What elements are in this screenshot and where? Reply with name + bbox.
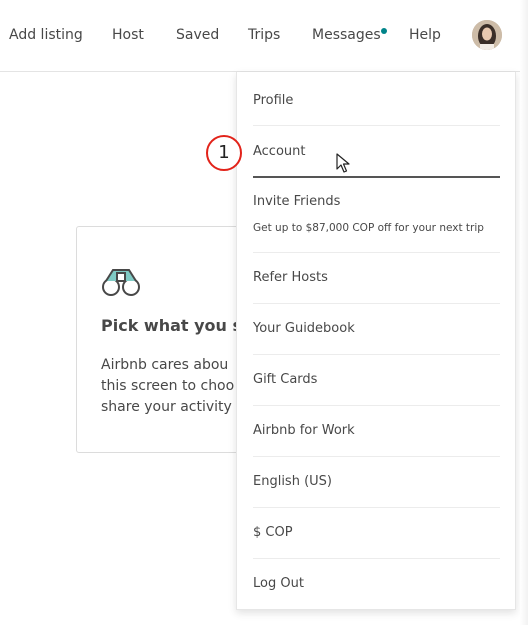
avatar[interactable] <box>472 20 502 50</box>
nav-messages[interactable]: Messages <box>312 27 381 43</box>
menu-divider <box>253 456 500 457</box>
nav-trips[interactable]: Trips <box>248 27 280 43</box>
menu-item-currency[interactable]: $ COP <box>253 525 500 540</box>
card-text-line: share your activity <box>101 399 232 415</box>
menu-divider <box>253 354 500 355</box>
unread-dot-icon <box>381 28 387 34</box>
menu-item-account[interactable]: Account <box>253 144 500 159</box>
menu-item-invite-friends[interactable]: Invite Friends <box>253 194 500 209</box>
card-text-line: Airbnb cares abou <box>101 357 229 373</box>
step-number-marker: 1 <box>206 135 242 171</box>
menu-item-log-out[interactable]: Log Out <box>253 576 500 591</box>
menu-item-refer-hosts[interactable]: Refer Hosts <box>253 270 500 285</box>
menu-divider <box>253 507 500 508</box>
account-hover-underline <box>253 176 500 178</box>
menu-item-guidebook[interactable]: Your Guidebook <box>253 321 500 336</box>
account-dropdown-menu: Profile Account Invite Friends Get up to… <box>236 72 516 610</box>
avatar-image-icon <box>472 20 502 50</box>
menu-item-gift-cards[interactable]: Gift Cards <box>253 372 500 387</box>
menu-item-language[interactable]: English (US) <box>253 474 500 489</box>
menu-divider <box>253 303 500 304</box>
mouse-pointer-icon <box>336 153 350 177</box>
nav-host[interactable]: Host <box>112 27 144 43</box>
nav-saved[interactable]: Saved <box>176 27 219 43</box>
nav-help[interactable]: Help <box>409 27 441 43</box>
menu-item-airbnb-for-work[interactable]: Airbnb for Work <box>253 423 500 438</box>
menu-divider <box>253 125 500 126</box>
menu-item-profile[interactable]: Profile <box>253 93 500 108</box>
menu-divider <box>253 252 500 253</box>
invite-friends-subtext: Get up to $87,000 COP off for your next … <box>253 222 484 234</box>
card-title: Pick what you sl <box>101 316 248 335</box>
card-text-line: this screen to choo <box>101 378 235 394</box>
binoculars-icon <box>100 267 142 301</box>
nav-add-listing[interactable]: Add listing <box>9 27 83 43</box>
menu-divider <box>253 405 500 406</box>
top-navigation: Add listing Host Saved Trips Messages He… <box>0 0 528 72</box>
menu-divider <box>253 558 500 559</box>
window-edge <box>520 0 528 625</box>
